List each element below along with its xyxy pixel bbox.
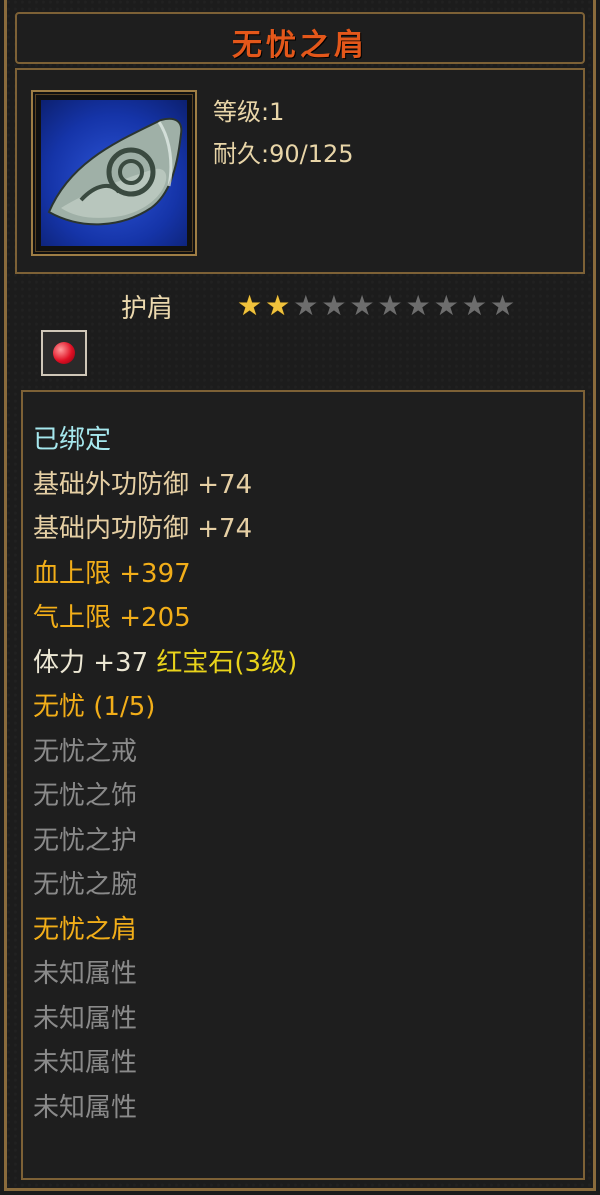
hp-bonus: 血上限 +397 xyxy=(33,558,191,589)
item-header: 等级:1 耐久:90/125 xyxy=(15,68,585,274)
star-filled-icon: ★ xyxy=(265,289,291,322)
star-filled-icon: ★ xyxy=(237,289,263,322)
set-item: 无忧之腕 xyxy=(33,870,138,900)
attribute-list: 已绑定 基础外功防御 +74 基础内功防御 +74 血上限 +397 气上限 +… xyxy=(33,418,297,1130)
star-empty-icon: ★ xyxy=(377,289,403,322)
enhance-stars: ★ ★ ★ ★ ★ ★ ★ ★ ★ ★ xyxy=(237,292,515,320)
star-empty-icon: ★ xyxy=(321,289,347,322)
tooltip-window: 无忧之肩 等级:1 耐久:90/125 护肩 ★ ★ ★ ★ ★ ★ ★ ★ ★ ★ xyxy=(4,0,596,1191)
equip-slot-label: 护肩 xyxy=(121,294,174,324)
slot-row: 护肩 ★ ★ ★ ★ ★ ★ ★ ★ ★ ★ xyxy=(15,280,585,380)
unknown-attribute: 未知属性 xyxy=(33,1003,138,1034)
set-item-list: 无忧之戒无忧之饰无忧之护无忧之腕无忧之肩 xyxy=(33,730,297,953)
unknown-attribute-list: 未知属性 未知属性 未知属性 未知属性 xyxy=(33,952,297,1130)
qi-bonus: 气上限 +205 xyxy=(33,603,191,633)
unknown-attribute: 未知属性 xyxy=(33,1048,138,1078)
shoulder-armor-icon xyxy=(41,100,187,246)
set-item: 无忧之戒 xyxy=(33,736,138,767)
unknown-attribute: 未知属性 xyxy=(33,959,138,989)
set-item: 无忧之肩 xyxy=(33,914,138,945)
gem-name: 红宝石(3级) xyxy=(156,647,298,678)
set-item: 无忧之饰 xyxy=(33,781,138,811)
item-icon-frame xyxy=(31,90,197,256)
item-title: 无忧之肩 xyxy=(232,28,368,63)
set-name: 无忧 (1/5) xyxy=(33,692,156,722)
star-empty-icon: ★ xyxy=(349,289,375,322)
inner-defense: 基础内功防御 +74 xyxy=(33,514,253,544)
star-empty-icon: ★ xyxy=(461,289,487,322)
outer-defense: 基础外功防御 +74 xyxy=(33,469,253,500)
gem-socket[interactable] xyxy=(41,330,87,376)
set-item: 无忧之护 xyxy=(33,825,138,856)
stamina-bonus: 体力 +37 xyxy=(33,647,149,678)
star-empty-icon: ★ xyxy=(489,289,516,322)
bound-status: 已绑定 xyxy=(33,425,112,455)
star-empty-icon: ★ xyxy=(433,289,459,322)
attribute-panel: 已绑定 基础外功防御 +74 基础内功防御 +74 血上限 +397 气上限 +… xyxy=(21,390,585,1180)
unknown-attribute: 未知属性 xyxy=(33,1092,138,1123)
star-empty-icon: ★ xyxy=(405,289,431,322)
stamina-gem-line: 体力 +37 红宝石(3级) xyxy=(33,641,297,686)
item-level: 等级:1 xyxy=(213,98,285,126)
star-empty-icon: ★ xyxy=(293,289,319,322)
title-bar: 无忧之肩 xyxy=(15,12,585,64)
ruby-gem-icon xyxy=(53,342,75,364)
item-durability: 耐久:90/125 xyxy=(213,140,354,168)
